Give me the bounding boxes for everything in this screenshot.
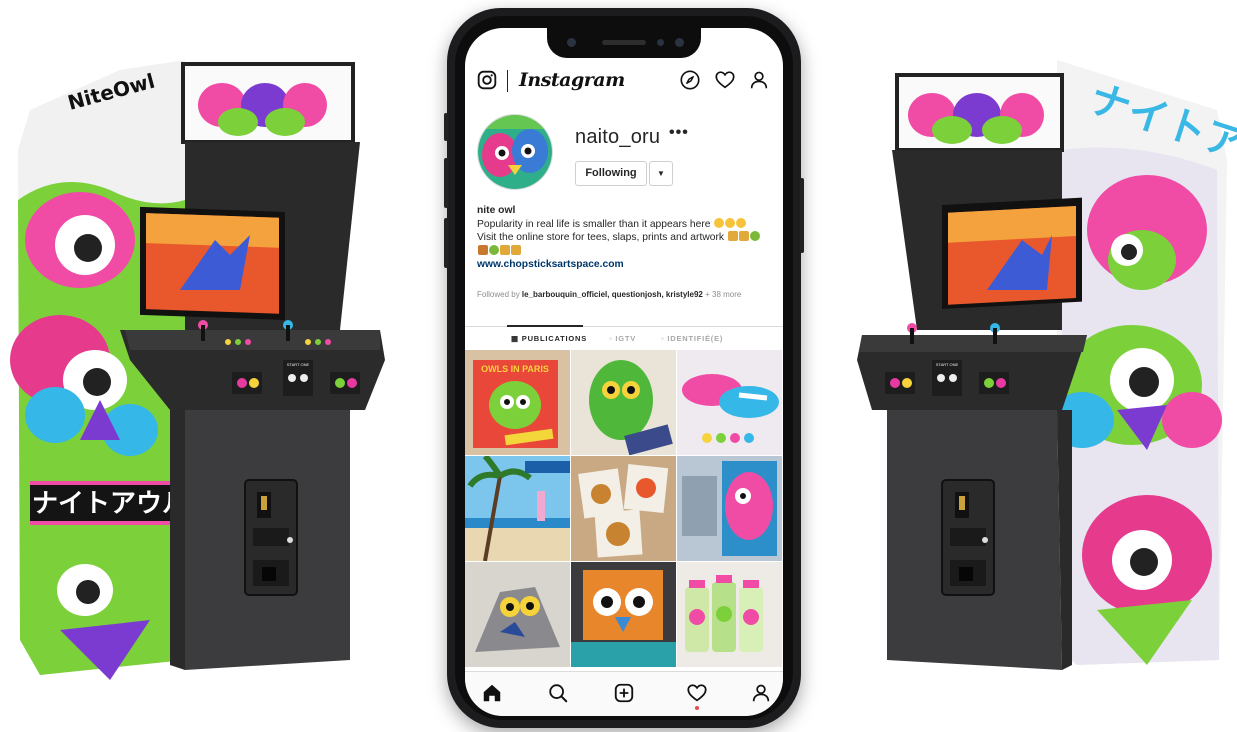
phone-power-button (800, 178, 804, 253)
tab-tagged[interactable]: ▫ IDENTIFIÉ(E) (661, 334, 723, 343)
bio-line-1-text: Popularity in real life is smaller than … (477, 218, 711, 230)
followed-by-names: le_barbouquin_officiel, questionjosh, kr… (521, 290, 703, 299)
followed-by-more: + 38 more (705, 290, 742, 299)
active-tab-indicator (507, 325, 583, 327)
search-icon[interactable] (547, 682, 569, 704)
new-post-icon[interactable] (613, 682, 635, 704)
sensor-icon (657, 39, 664, 46)
more-options-icon[interactable]: ••• (669, 124, 689, 142)
arcade-cabinet-right: ナイトアウル START ONE (847, 0, 1237, 732)
pill-emoji-icon (749, 231, 760, 241)
phone-notch (547, 28, 701, 58)
post-sticker-pack[interactable] (571, 456, 676, 561)
profile-website-link[interactable]: www.chopsticksartspace.com (477, 258, 777, 272)
face-id-icon (675, 38, 684, 47)
arcade-cabinet-right-illustration: ナイトアウル START ONE (857, 60, 1237, 670)
left-cabinet-side-label: ナイトアウル (32, 489, 188, 519)
grinning-emoji-icon (736, 217, 747, 228)
earpiece-speaker (602, 40, 646, 45)
profile-bio: nite owl Popularity in real life is smal… (477, 204, 777, 272)
heart-icon[interactable] (714, 69, 736, 91)
followed-by-text[interactable]: Followed by le_barbouquin_officiel, ques… (477, 290, 741, 299)
post-palm-beach[interactable] (465, 456, 570, 561)
phone-silent-switch (444, 113, 448, 141)
following-button[interactable]: Following (575, 161, 647, 186)
tab-publications[interactable]: ▦ PUBLICATIONS (511, 334, 587, 343)
instagram-header: Instagram (465, 62, 783, 102)
tshirt-emoji-icon (738, 231, 749, 241)
activity-icon[interactable] (686, 682, 708, 704)
grinning-emoji-icon (714, 217, 725, 228)
left-cabinet-start-label: START ONE (287, 362, 310, 367)
tab-publications-label: PUBLICATIONS (521, 334, 588, 343)
bottom-navigation-bar (465, 671, 783, 716)
tshirt-emoji-icon (727, 231, 738, 241)
home-icon[interactable] (481, 682, 503, 704)
followed-by-prefix: Followed by (477, 290, 520, 299)
tab-igtv-label: IGTV (615, 334, 637, 343)
suggestions-dropdown-button[interactable]: ▼ (649, 161, 673, 186)
post-owls-in-paris[interactable]: OWLS IN PARIS (465, 350, 570, 455)
post-orange-owl-mural[interactable] (571, 562, 676, 667)
phone-volume-up (444, 158, 448, 208)
tshirt-emoji-icon (500, 244, 510, 255)
phone-volume-down (444, 218, 448, 268)
tshirt-emoji-icon (511, 244, 521, 255)
post-owl-sculpture[interactable] (465, 562, 570, 667)
post-owls-caption: OWLS IN PARIS (481, 364, 549, 374)
package-emoji-icon (478, 244, 488, 255)
smartphone: Instagram naito_oru ••• Following ▼ nite… (444, 8, 804, 728)
tab-tagged-label: IDENTIFIÉ(E) (667, 334, 724, 343)
instagram-profile-screen: Instagram naito_oru ••• Following ▼ nite… (465, 28, 783, 716)
post-spray-cans[interactable] (677, 562, 782, 667)
notification-dot (695, 706, 699, 710)
profile-icon[interactable] (750, 682, 772, 704)
front-camera-icon (567, 38, 576, 47)
compass-icon[interactable] (679, 69, 701, 91)
bio-emoji-line (477, 244, 777, 259)
bio-line-2: Visit the online store for tees, slaps, … (477, 231, 777, 245)
posts-grid: OWLS IN PARIS (465, 350, 783, 671)
profile-display-name: nite owl (477, 205, 516, 216)
profile-avatar[interactable] (477, 114, 553, 190)
profile-username: naito_oru (575, 126, 661, 148)
bio-line-1: Popularity in real life is smaller than … (477, 217, 777, 232)
bio-line-2-text: Visit the online store for tees, slaps, … (477, 232, 725, 243)
instagram-wordmark[interactable]: Instagram (519, 69, 625, 91)
post-painted-sneakers[interactable] (677, 350, 782, 455)
user-icon[interactable] (748, 69, 770, 91)
right-cabinet-start-label: START ONE (936, 362, 959, 367)
grinning-emoji-icon (725, 217, 736, 228)
header-divider (507, 70, 508, 92)
pill-emoji-icon (489, 244, 499, 255)
arcade-cabinet-left: ナイトアウル NiteOwl START ONE (0, 0, 390, 732)
post-pink-wall-mural[interactable] (677, 456, 782, 561)
arcade-cabinet-left-illustration: ナイトアウル NiteOwl START ONE (10, 60, 385, 680)
post-green-owl-figure[interactable] (571, 350, 676, 455)
camera-icon[interactable] (477, 70, 497, 90)
tab-igtv[interactable]: ▫ IGTV (609, 334, 636, 343)
